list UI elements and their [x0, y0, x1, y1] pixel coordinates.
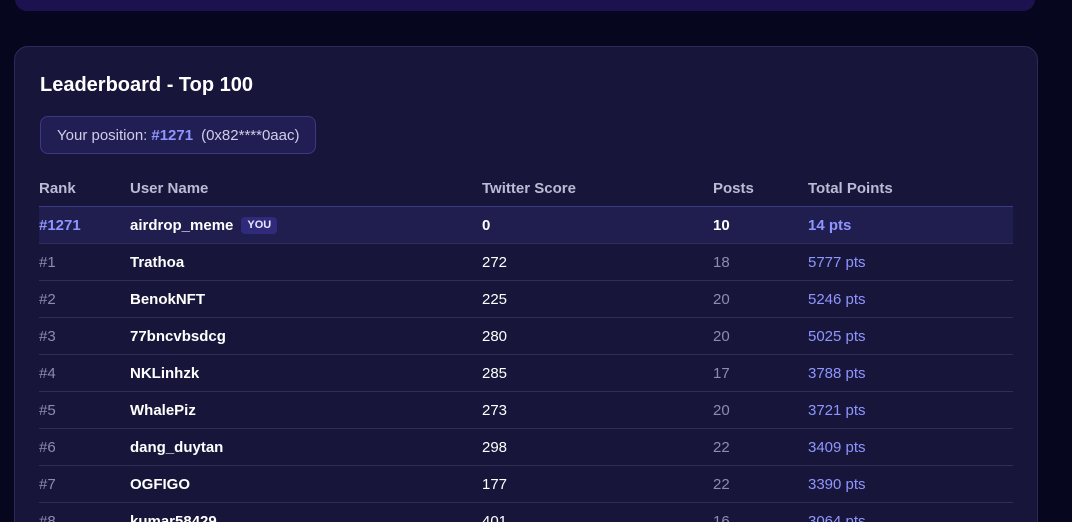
your-wallet-address: (0x82****0aac)	[201, 126, 300, 144]
current-user-posts: 10	[713, 216, 730, 234]
row-total-points: 5777 pts	[808, 253, 866, 271]
column-header-rank: Rank	[39, 180, 76, 197]
row-twitter-score: 225	[482, 290, 508, 308]
row-total-points: 5025 pts	[808, 327, 866, 345]
table-row: #3 77bncvbsdcg 280 20 5025 pts	[39, 318, 1013, 355]
row-twitter-score: 177	[482, 475, 508, 493]
row-user-name: OGFIGO	[130, 475, 190, 493]
row-total-points: 5246 pts	[808, 290, 866, 308]
row-posts: 16	[713, 512, 730, 522]
row-posts: 20	[713, 327, 730, 345]
row-rank: #4	[39, 364, 56, 382]
row-posts: 22	[713, 475, 730, 493]
row-user-name: NKLinhzk	[130, 364, 200, 382]
row-total-points: 3721 pts	[808, 401, 866, 419]
current-user-name: airdrop_meme	[130, 216, 234, 234]
row-twitter-score: 401	[482, 512, 508, 522]
row-twitter-score: 272	[482, 253, 508, 271]
table-row: #4 NKLinhzk 285 17 3788 pts	[39, 355, 1013, 392]
top-panel	[15, 0, 1035, 11]
row-posts: 18	[713, 253, 730, 271]
column-header-total-points: Total Points	[808, 180, 893, 197]
row-user-name: BenokNFT	[130, 290, 205, 308]
row-rank: #3	[39, 327, 56, 345]
leaderboard-card: Leaderboard - Top 100 Your position: #12…	[14, 46, 1038, 522]
row-rank: #6	[39, 438, 56, 456]
row-twitter-score: 280	[482, 327, 508, 345]
current-user-points: 14 pts	[808, 216, 852, 234]
row-posts: 20	[713, 290, 730, 308]
row-rank: #8	[39, 512, 56, 522]
row-posts: 20	[713, 401, 730, 419]
your-position-rank: #1271	[151, 126, 194, 144]
column-header-user-name: User Name	[130, 180, 209, 197]
your-position-label: Your position:	[57, 126, 148, 144]
row-twitter-score: 298	[482, 438, 508, 456]
table-row: #8 kumar58429 401 16 3064 pts	[39, 503, 1013, 522]
column-header-posts: Posts	[713, 180, 754, 197]
table-row: #5 WhalePiz 273 20 3721 pts	[39, 392, 1013, 429]
table-row: #1 Trathoa 272 18 5777 pts	[39, 244, 1013, 281]
current-user-rank: #1271	[39, 216, 81, 234]
your-position-box: Your position: #1271 (0x82****0aac)	[40, 116, 317, 154]
row-user-name: kumar58429	[130, 512, 217, 522]
leaderboard-title: Leaderboard - Top 100	[40, 74, 254, 96]
row-twitter-score: 273	[482, 401, 508, 419]
row-rank: #7	[39, 475, 56, 493]
row-total-points: 3064 pts	[808, 512, 866, 522]
current-user-score: 0	[482, 216, 491, 234]
row-posts: 22	[713, 438, 730, 456]
row-posts: 17	[713, 364, 730, 382]
row-twitter-score: 285	[482, 364, 508, 382]
row-total-points: 3409 pts	[808, 438, 866, 456]
row-rank: #1	[39, 253, 56, 271]
table-row: #2 BenokNFT 225 20 5246 pts	[39, 281, 1013, 318]
table-row: #7 OGFIGO 177 22 3390 pts	[39, 466, 1013, 503]
row-total-points: 3390 pts	[808, 475, 866, 493]
column-header-twitter-score: Twitter Score	[482, 180, 576, 197]
row-rank: #2	[39, 290, 56, 308]
current-user-row: #1271 airdrop_meme YOU 0 10 14 pts	[39, 207, 1013, 244]
row-user-name: dang_duytan	[130, 438, 224, 456]
row-user-name: WhalePiz	[130, 401, 196, 419]
row-total-points: 3788 pts	[808, 364, 866, 382]
row-user-name: Trathoa	[130, 253, 185, 271]
leaderboard-table: Rank User Name Twitter Score Posts Total…	[39, 171, 1013, 522]
current-user-name-cell: airdrop_meme YOU	[130, 207, 278, 243]
row-rank: #5	[39, 401, 56, 419]
you-badge: YOU	[241, 216, 278, 234]
table-header: Rank User Name Twitter Score Posts Total…	[39, 171, 1013, 207]
row-user-name: 77bncvbsdcg	[130, 327, 226, 345]
table-row: #6 dang_duytan 298 22 3409 pts	[39, 429, 1013, 466]
